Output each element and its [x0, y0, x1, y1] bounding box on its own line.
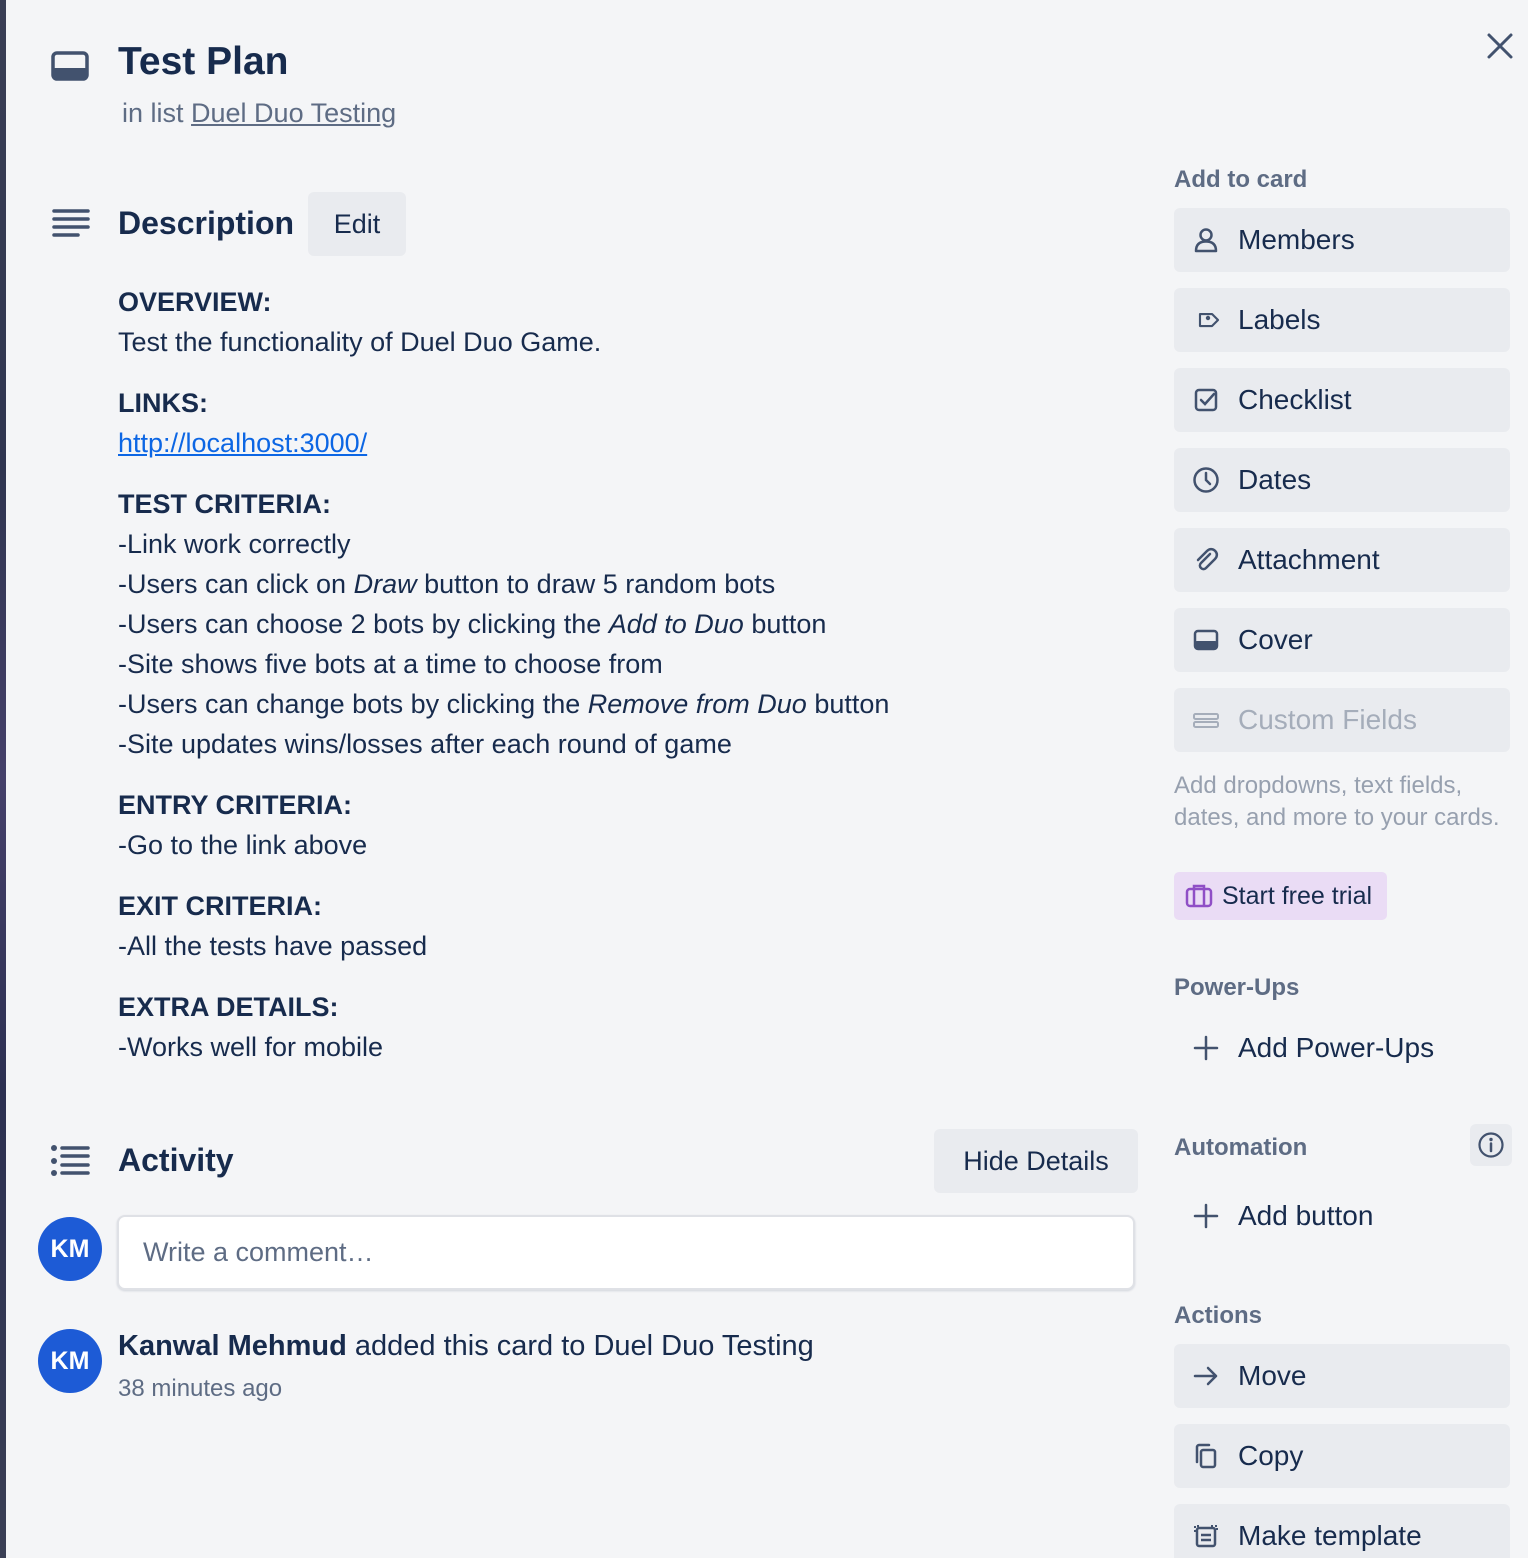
labels-label: Labels: [1238, 304, 1321, 335]
list-link[interactable]: Duel Duo Testing: [191, 98, 396, 128]
cover-icon: [1193, 629, 1219, 651]
activity-heading: Activity: [118, 1142, 234, 1178]
plus-icon: [1193, 1203, 1219, 1229]
overview-heading: OVERVIEW:: [118, 287, 272, 317]
move-button[interactable]: Move: [1174, 1344, 1510, 1408]
edit-description-button[interactable]: Edit: [308, 192, 406, 256]
card-title[interactable]: Test Plan: [118, 40, 289, 84]
hide-details-button[interactable]: Hide Details: [934, 1129, 1138, 1193]
test-criteria-item: -Users can choose 2 bots by clicking the…: [118, 609, 827, 639]
attachment-button[interactable]: Attachment: [1174, 528, 1510, 592]
template-icon: [1194, 1525, 1218, 1548]
cover-button[interactable]: Cover: [1174, 608, 1510, 672]
power-ups-heading: Power-Ups: [1174, 974, 1300, 1001]
in-list-prefix: in list: [122, 98, 184, 128]
copy-button[interactable]: Copy: [1174, 1424, 1510, 1488]
add-automation-button[interactable]: Add button: [1174, 1184, 1510, 1248]
custom-fields-note: Add dropdowns, text fields, dates, and m…: [1174, 772, 1500, 831]
arrow-right-icon: [1193, 1366, 1218, 1386]
checkbox-icon: [1194, 388, 1218, 412]
localhost-link[interactable]: http://localhost:3000/: [118, 428, 367, 458]
activity-user[interactable]: Kanwal Mehmud: [118, 1330, 347, 1362]
cover-label: Cover: [1238, 624, 1313, 655]
entry-criteria-item: -Go to the link above: [118, 830, 368, 860]
in-list-text: in list Duel Duo Testing: [122, 98, 396, 129]
dates-button[interactable]: Dates: [1174, 448, 1510, 512]
dates-label: Dates: [1238, 464, 1312, 495]
add-to-card-heading: Add to card: [1174, 166, 1308, 193]
add-button-label: Add button: [1238, 1200, 1374, 1231]
clock-icon: [1193, 467, 1219, 493]
activity-timestamp[interactable]: 38 minutes ago: [118, 1375, 282, 1403]
close-button[interactable]: [1478, 24, 1522, 68]
test-criteria-heading: TEST CRITERIA:: [118, 489, 331, 519]
custom-fields-label: Custom Fields: [1238, 704, 1417, 735]
test-criteria-item: -Site updates wins/losses after each rou…: [118, 729, 732, 759]
test-criteria-item: -Users can change bots by clicking the R…: [118, 689, 890, 719]
avatar[interactable]: KM: [38, 1329, 102, 1393]
paperclip-icon: [1196, 547, 1219, 571]
attachment-label: Attachment: [1238, 544, 1380, 575]
description-icon: [52, 209, 90, 237]
copy-label: Copy: [1238, 1440, 1304, 1471]
custom-fields-button[interactable]: Custom Fields: [1174, 688, 1510, 752]
comment-input[interactable]: Write a comment…: [117, 1215, 1135, 1290]
links-heading: LINKS:: [118, 388, 208, 418]
card-icon: [51, 51, 89, 81]
labels-button[interactable]: Labels: [1174, 288, 1510, 352]
tag-icon: [1198, 312, 1220, 328]
test-criteria-item: -Site shows five bots at a time to choos…: [118, 649, 663, 679]
test-criteria-item: -Users can click on Draw button to draw …: [118, 569, 776, 599]
members-button[interactable]: Members: [1174, 208, 1510, 272]
exit-criteria-heading: EXIT CRITERIA:: [118, 891, 323, 921]
activity-entry: Kanwal Mehmud added this card to Duel Du…: [118, 1330, 814, 1363]
checklist-button[interactable]: Checklist: [1174, 368, 1510, 432]
exit-criteria-item: -All the tests have passed: [118, 931, 428, 961]
card-detail-dialog: Test Plan in list Duel Duo Testing Descr…: [6, 0, 1528, 1558]
start-free-trial-label: Start free trial: [1222, 881, 1373, 910]
description-heading: Description: [118, 205, 295, 241]
members-label: Members: [1238, 224, 1355, 255]
avatar[interactable]: KM: [38, 1217, 102, 1281]
start-free-trial-button[interactable]: Start free trial: [1174, 872, 1387, 920]
extra-details-heading: EXTRA DETAILS:: [118, 992, 339, 1022]
close-icon: [1487, 33, 1513, 59]
automation-info-button[interactable]: [1470, 1124, 1512, 1166]
description-body[interactable]: OVERVIEW: Test the functionality of Duel…: [118, 282, 1118, 1088]
checklist-label: Checklist: [1238, 384, 1352, 415]
overview-text: Test the functionality of Duel Duo Game.: [118, 327, 602, 357]
add-power-ups-label: Add Power-Ups: [1238, 1032, 1435, 1063]
extra-details-item: -Works well for mobile: [118, 1032, 384, 1062]
copy-icon: [1195, 1443, 1217, 1469]
entry-criteria-heading: ENTRY CRITERIA:: [118, 790, 353, 820]
make-template-label: Make template: [1238, 1520, 1422, 1551]
person-icon: [1194, 228, 1218, 253]
briefcase-icon: [1185, 884, 1213, 908]
info-icon: [1478, 1132, 1504, 1158]
activity-text: added this card to Duel Duo Testing: [346, 1330, 814, 1362]
activity-icon: [51, 1145, 90, 1176]
add-power-ups-button[interactable]: Add Power-Ups: [1174, 1016, 1510, 1080]
custom-fields-icon: [1193, 713, 1219, 728]
test-criteria-item: -Link work correctly: [118, 529, 351, 559]
make-template-button[interactable]: Make template: [1174, 1504, 1510, 1558]
plus-icon: [1193, 1035, 1219, 1061]
actions-heading: Actions: [1174, 1302, 1263, 1329]
automation-heading: Automation: [1174, 1134, 1308, 1161]
move-label: Move: [1238, 1360, 1307, 1391]
